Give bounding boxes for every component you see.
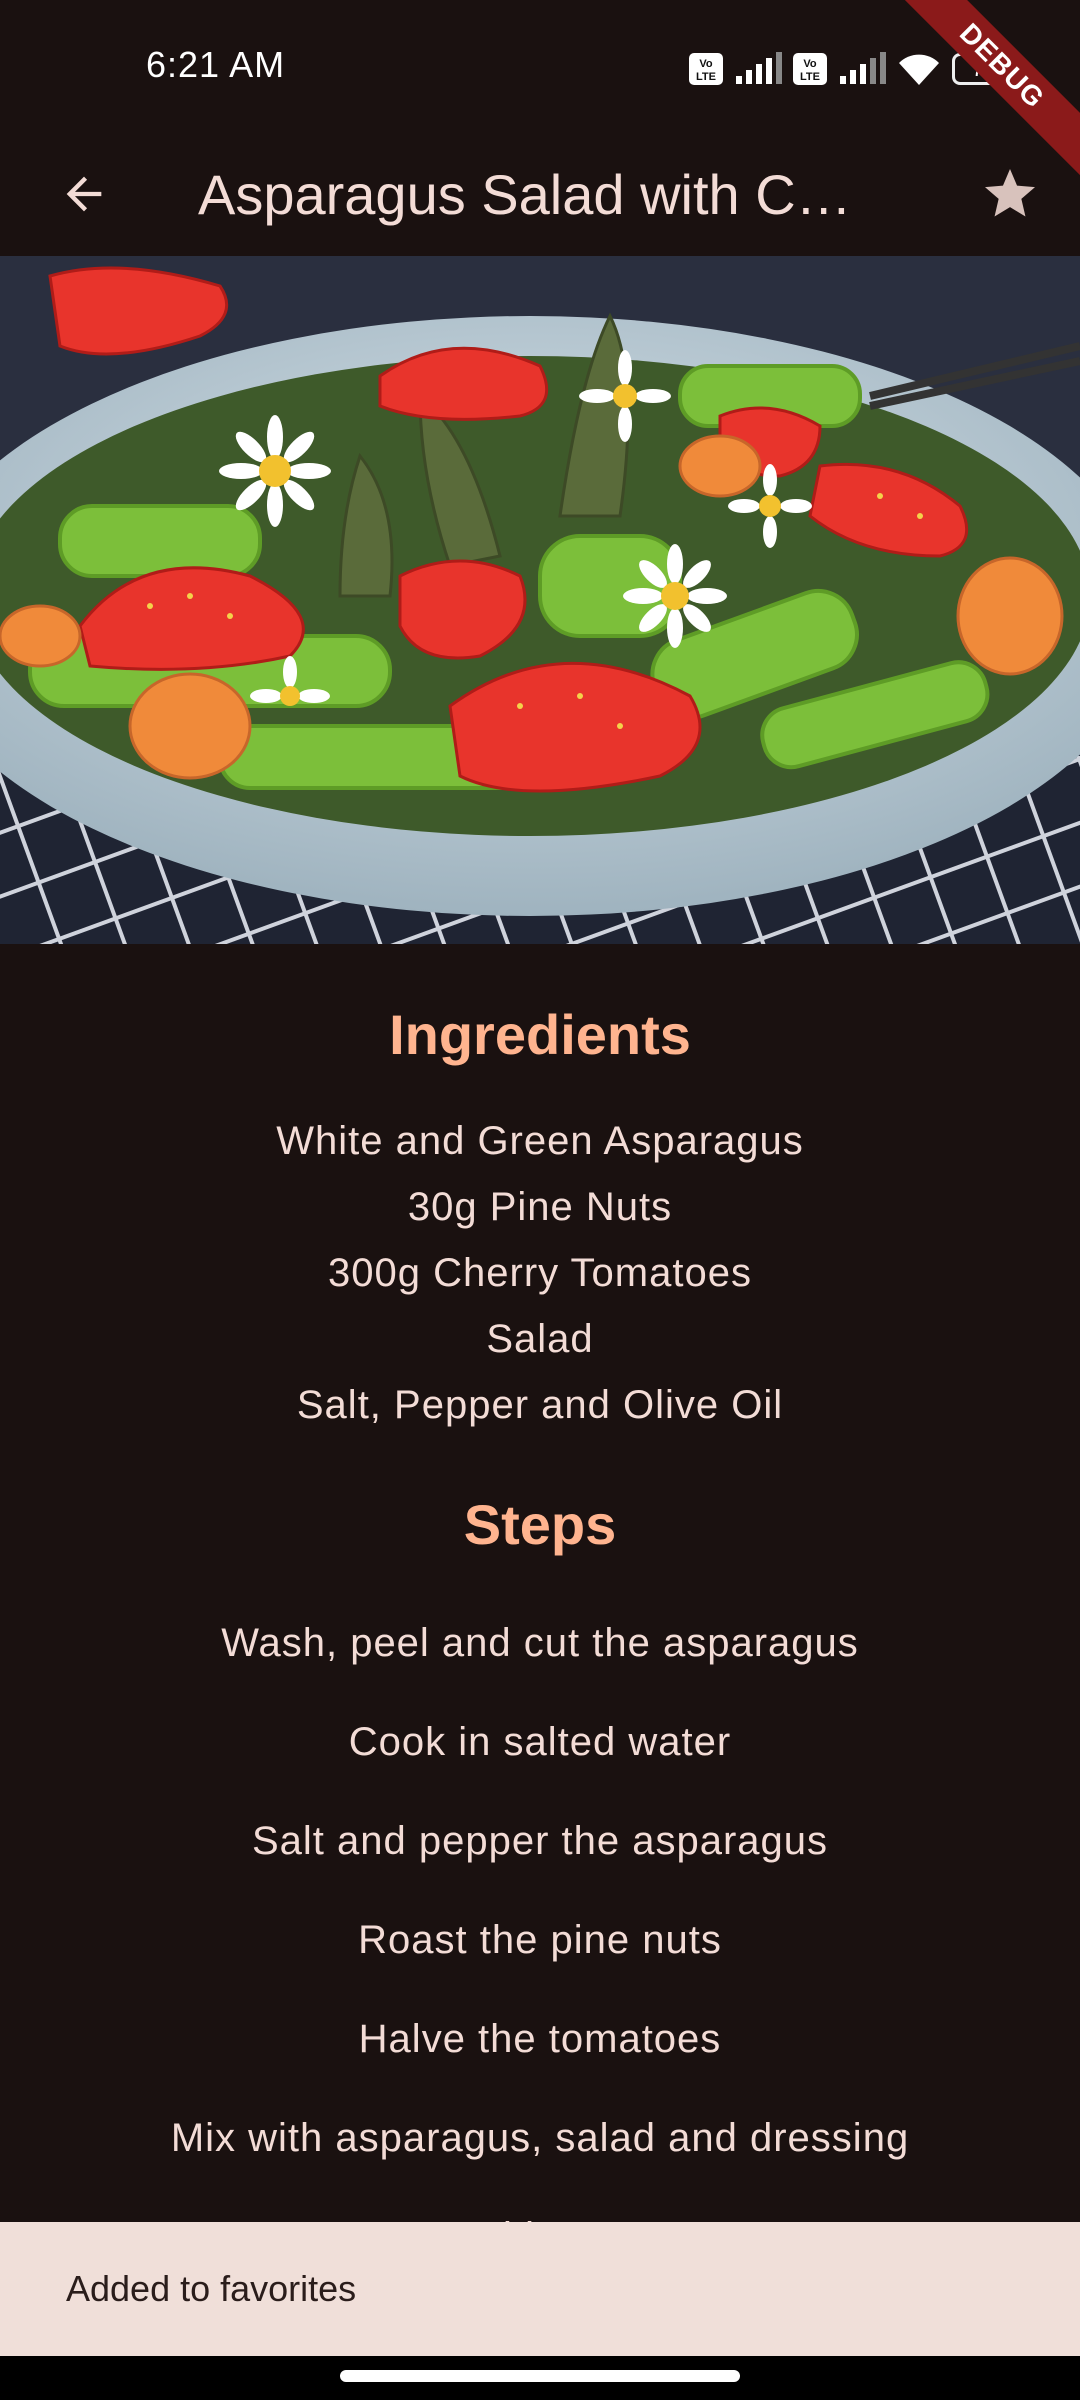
snackbar-message: Added to favorites xyxy=(66,2268,357,2309)
wifi-icon xyxy=(899,54,939,85)
ingredient-item: 300g Cherry Tomatoes xyxy=(328,1251,752,1295)
back-button[interactable] xyxy=(44,154,124,234)
recipe-content: Ingredients White and Green Asparagus 30… xyxy=(0,944,1080,2259)
volte-icon: Vo LTE xyxy=(689,53,723,85)
ingredient-item: White and Green Asparagus xyxy=(276,1119,804,1163)
home-indicator[interactable] xyxy=(340,2370,740,2382)
ingredient-item: Salad xyxy=(486,1317,594,1361)
svg-text:LTE: LTE xyxy=(800,71,820,83)
star-icon xyxy=(985,169,1035,217)
recipe-image xyxy=(0,256,1080,944)
status-time: 6:21 AM xyxy=(146,44,286,85)
page-title: Asparagus Salad with C… xyxy=(198,163,852,226)
steps-list: Wash, peel and cut the asparagus Cook in… xyxy=(0,1594,1080,2287)
svg-text:LTE: LTE xyxy=(696,71,716,83)
snackbar: Added to favorites xyxy=(0,2222,1080,2356)
step-item: Cook in salted water xyxy=(348,1720,732,1764)
system-nav-bar xyxy=(0,2356,1080,2400)
steps-title: Steps xyxy=(463,1493,617,1556)
ingredients-title: Ingredients xyxy=(389,1003,691,1066)
volte-icon: Vo LTE xyxy=(793,53,827,85)
status-bar: 6:21 AM Vo LTE Vo LTE xyxy=(0,0,1080,132)
signal-icon xyxy=(840,52,886,84)
signal-icon xyxy=(736,52,782,84)
salad-photo xyxy=(0,256,1080,944)
svg-text:Vo: Vo xyxy=(699,58,713,70)
step-item: Roast the pine nuts xyxy=(358,1918,722,1962)
step-item: Salt and pepper the asparagus xyxy=(251,1819,829,1863)
ingredient-item: 30g Pine Nuts xyxy=(407,1185,673,1229)
ingredients-list: White and Green Asparagus 30g Pine Nuts … xyxy=(0,1108,1080,1438)
step-item: Halve the tomatoes xyxy=(358,2017,722,2061)
arrow-back-icon xyxy=(66,176,102,212)
app-bar: Asparagus Salad with C… xyxy=(0,132,1080,256)
favorite-button[interactable] xyxy=(970,154,1050,234)
step-item: Wash, peel and cut the asparagus xyxy=(221,1621,859,1665)
ingredient-item: Salt, Pepper and Olive Oil xyxy=(296,1383,784,1427)
svg-text:Vo: Vo xyxy=(803,58,817,70)
step-item: Mix with asparagus, salad and dressing xyxy=(170,2116,910,2160)
